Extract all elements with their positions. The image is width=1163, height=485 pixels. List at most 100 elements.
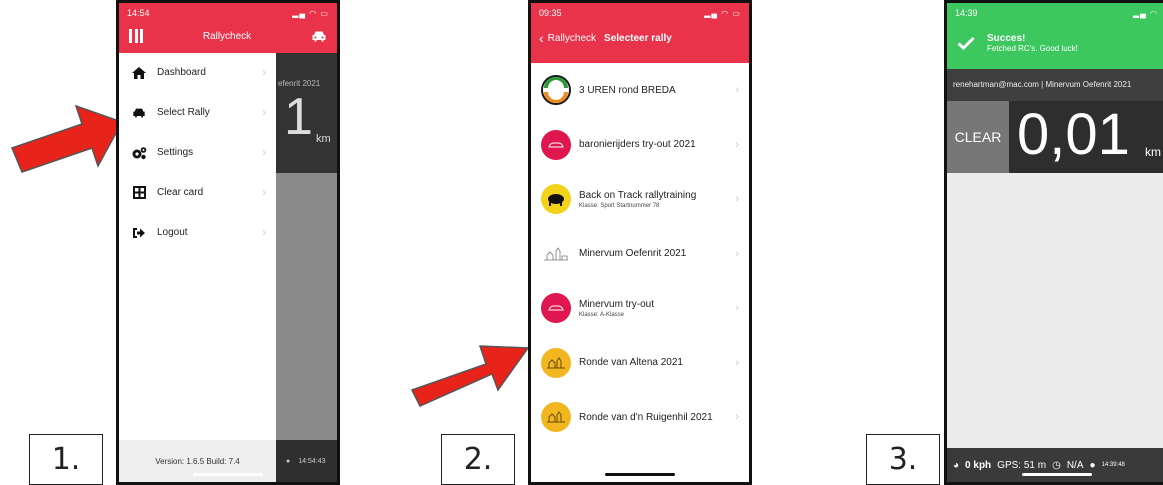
clear-button[interactable]: CLEAR xyxy=(947,101,1009,173)
chevron-right-icon: › xyxy=(735,138,739,151)
phone-screen-menu: efenrit 2021 1 km 14:54 ▂▄ ◠ ▭ Rallychec… xyxy=(116,0,340,485)
status-footer: ◕ 0 kph GPS: 51 m ◷ N/A ● 14:39:48 xyxy=(947,448,1163,482)
distance-unit: km xyxy=(1145,145,1161,159)
rally-logo-icon xyxy=(541,184,571,215)
menu-icon[interactable] xyxy=(129,29,143,43)
rally-item[interactable]: Minervum try-out Klasse: A-Klasse › xyxy=(531,281,749,336)
chevron-right-icon: › xyxy=(735,302,739,315)
signal-wifi-battery-icon: ▂▄ ◠ xyxy=(1132,8,1158,18)
rally-logo-icon xyxy=(541,75,571,106)
status-time: 14:54 xyxy=(127,8,150,18)
page-title: Selecteer rally xyxy=(604,32,672,44)
account-rally-info: renehartman@mac.com | Minervum Oefenrit … xyxy=(947,69,1163,101)
background-footer: ● 14:54:43 xyxy=(276,440,337,482)
rally-item[interactable]: baronierijders try-out 2021 › xyxy=(531,118,749,173)
speed-value: 0 kph xyxy=(965,459,992,471)
timer-icon: ◷ xyxy=(1052,459,1061,471)
signal-wifi-battery-icon: ▂▄ ◠ ▭ xyxy=(292,8,329,18)
app-title: Rallycheck xyxy=(202,30,252,42)
chevron-right-icon: › xyxy=(735,411,739,424)
rally-item[interactable]: Back on Track rallytraining Klasse: Spor… xyxy=(531,172,749,227)
chevron-left-icon: ‹ xyxy=(539,30,544,46)
menu-item-clear-card[interactable]: Clear card › xyxy=(119,173,276,213)
chevron-right-icon: › xyxy=(262,186,266,199)
menu-item-select-rally[interactable]: Select Rally › xyxy=(119,93,276,133)
menu-item-settings[interactable]: Settings › xyxy=(119,133,276,173)
home-icon xyxy=(131,66,147,80)
rally-name: Minervum Oefenrit 2021 xyxy=(579,248,687,260)
banner-title: Succes! xyxy=(987,33,1026,44)
time-value: 14:39:48 xyxy=(1101,462,1125,468)
side-drawer: Dashboard › Select Rally › Settings › Cl… xyxy=(119,53,276,482)
clock-icon: ● xyxy=(286,457,291,465)
rally-logo-icon xyxy=(541,238,571,269)
chevron-right-icon: › xyxy=(735,247,739,260)
step-label-3: 3. xyxy=(866,434,940,485)
app-header: 09:35 ▂▄ ◠ ▭ ‹ Rallycheck Selecteer rall… xyxy=(531,3,749,63)
chevron-right-icon: › xyxy=(262,106,266,119)
menu-item-label: Settings xyxy=(157,147,194,158)
rally-item[interactable]: Ronde van Altena 2021 › xyxy=(531,336,749,391)
background-panel xyxy=(276,173,337,452)
status-bar: 09:35 ▂▄ ◠ ▭ xyxy=(531,3,749,23)
rally-class: Klasse: Sport Startnummer 78 xyxy=(579,202,660,209)
pointer-arrow-1 xyxy=(11,104,124,173)
rally-name: 3 UREN rond BREDA xyxy=(579,84,676,96)
status-time: 14:39 xyxy=(955,8,978,18)
distance-readout: 0,01 xyxy=(1017,102,1130,167)
rally-name: Ronde van d'n Ruigenhil 2021 xyxy=(579,411,713,423)
background-distance: 1 xyxy=(284,88,313,146)
back-button[interactable]: ‹ Rallycheck xyxy=(539,30,596,46)
chevron-right-icon: › xyxy=(735,193,739,206)
phone-screen-select-rally: 09:35 ▂▄ ◠ ▭ ‹ Rallycheck Selecteer rall… xyxy=(528,0,752,485)
menu-item-label: Clear card xyxy=(157,187,204,198)
home-indicator xyxy=(1021,473,1092,476)
menu-item-dashboard[interactable]: Dashboard › xyxy=(119,53,276,93)
chevron-right-icon: › xyxy=(735,84,739,97)
cogs-icon xyxy=(131,146,147,160)
step-label-1: 1. xyxy=(29,434,103,485)
clock-icon: ● xyxy=(1089,459,1096,471)
rally-logo-icon xyxy=(541,129,571,160)
rally-name: Minervum try-out xyxy=(579,298,655,310)
rally-item[interactable]: Minervum Oefenrit 2021 › xyxy=(531,227,749,282)
rally-logo-icon xyxy=(541,293,571,324)
back-label: Rallycheck xyxy=(547,32,597,44)
banner-message: Fetched RC's. Good luck! xyxy=(987,44,1078,53)
background-dashboard: efenrit 2021 1 km xyxy=(276,53,337,173)
na-value: N/A xyxy=(1066,459,1084,471)
chevron-right-icon: › xyxy=(262,146,266,159)
chevron-right-icon: › xyxy=(262,226,266,239)
app-header: 14:54 ▂▄ ◠ ▭ Rallycheck xyxy=(119,3,337,53)
car-icon xyxy=(131,106,147,120)
distance-panel: CLEAR 0,01 km xyxy=(947,101,1163,173)
chevron-right-icon: › xyxy=(735,356,739,369)
chevron-right-icon: › xyxy=(262,66,266,79)
rally-item[interactable]: 3 UREN rond BREDA › xyxy=(531,63,749,118)
speedometer-icon: ◕ xyxy=(953,459,960,471)
status-bar: 14:39 ▂▄ ◠ xyxy=(947,3,1163,23)
home-indicator xyxy=(605,473,675,476)
rally-name: Back on Track rallytraining xyxy=(579,189,697,201)
rally-logo-icon xyxy=(541,402,571,433)
success-banner: 14:39 ▂▄ ◠ Succes! Fetched RC's. Good lu… xyxy=(947,3,1163,69)
rally-item[interactable]: Ronde van d'n Ruigenhil 2021 › xyxy=(531,390,749,445)
checkmark-icon xyxy=(957,36,975,50)
menu-item-logout[interactable]: Logout › xyxy=(119,213,276,253)
signal-wifi-battery-icon: ▂▄ ◠ ▭ xyxy=(704,8,741,18)
menu-item-label: Dashboard xyxy=(157,67,206,78)
content-area xyxy=(947,173,1163,448)
car-icon[interactable] xyxy=(311,30,327,42)
rally-name: Ronde van Altena 2021 xyxy=(579,357,683,369)
rally-name: baronierijders try-out 2021 xyxy=(579,139,696,151)
status-bar: 14:54 ▂▄ ◠ ▭ xyxy=(119,3,337,23)
logout-icon xyxy=(131,226,147,240)
pointer-arrow-2 xyxy=(410,345,530,407)
background-unit: km xyxy=(316,133,331,145)
rally-logo-icon xyxy=(541,347,571,378)
phone-screen-dashboard: 14:39 ▂▄ ◠ Succes! Fetched RC's. Good lu… xyxy=(944,0,1163,485)
rally-class: Klasse: A-Klasse xyxy=(579,311,625,318)
menu-item-label: Logout xyxy=(157,227,188,238)
gps-accuracy: GPS: 51 m xyxy=(997,459,1047,471)
background-time: 14:54:43 xyxy=(298,457,326,465)
